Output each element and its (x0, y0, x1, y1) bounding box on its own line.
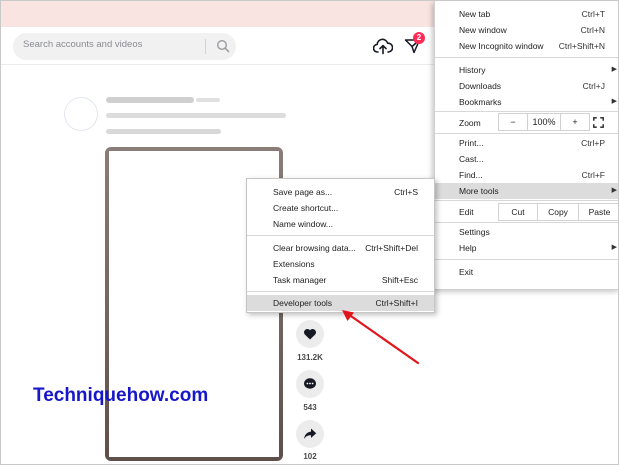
screenshot-root: Search accounts and videos 2 131.2K 543 … (0, 0, 619, 465)
annotation-arrow-icon (342, 310, 420, 365)
